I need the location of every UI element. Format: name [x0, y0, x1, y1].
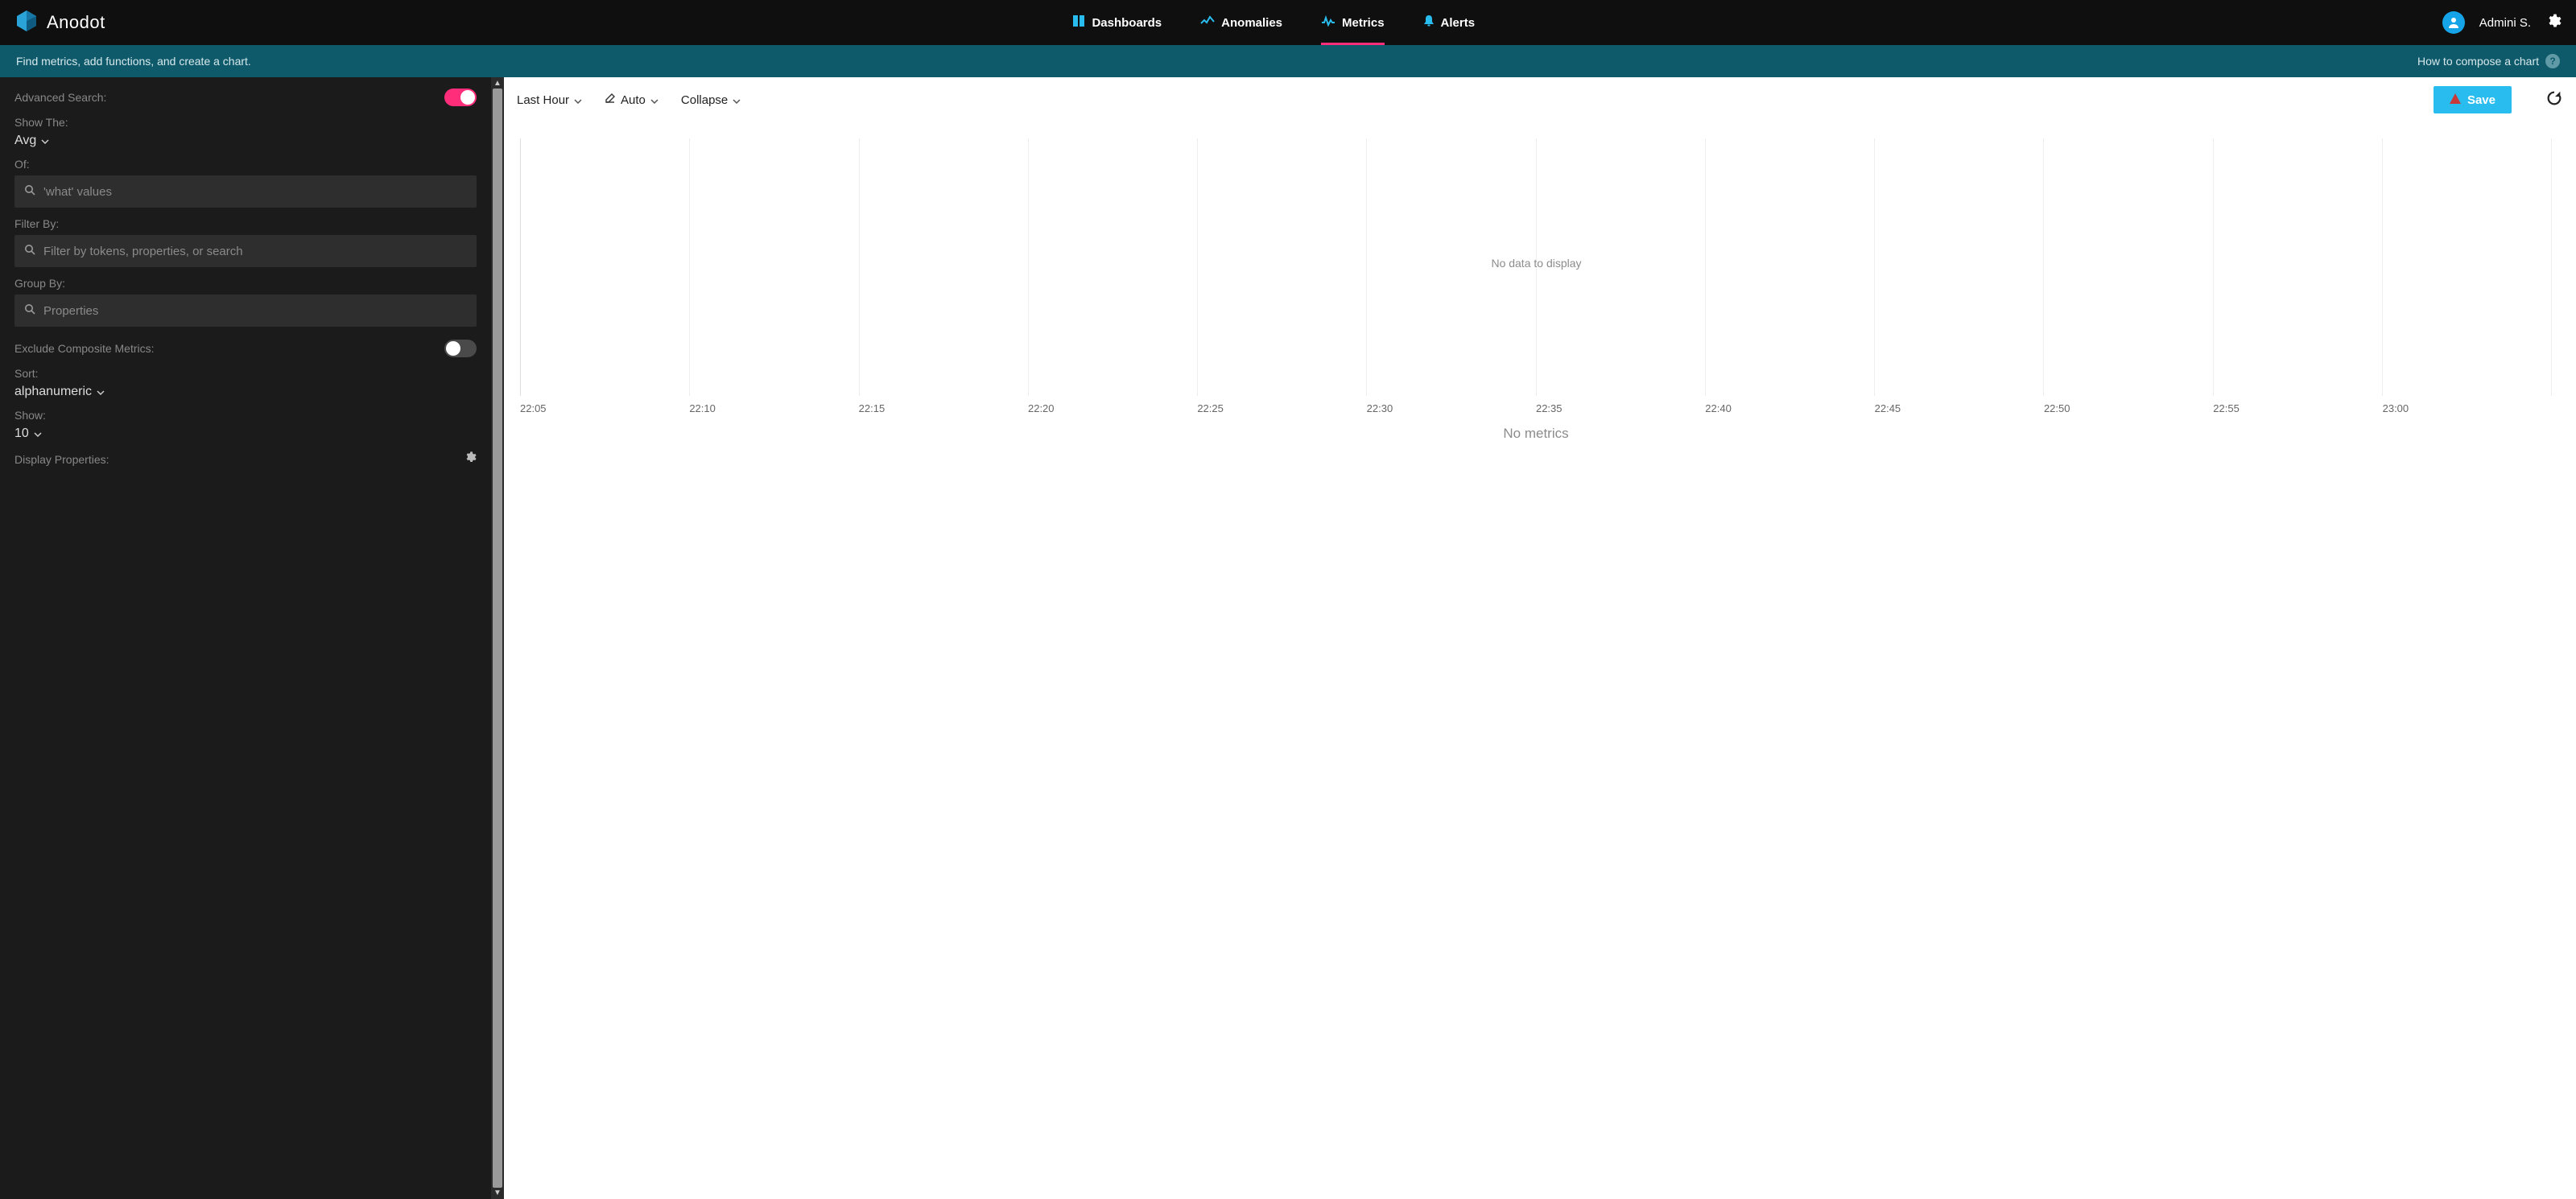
brand-logo-icon: [14, 9, 39, 37]
group-by-input-wrap[interactable]: [14, 295, 477, 327]
save-label: Save: [2467, 93, 2496, 107]
filter-by-input[interactable]: [43, 245, 467, 258]
auto-edit-icon: [605, 93, 616, 107]
chevron-down-icon: [650, 93, 658, 107]
alerts-bell-icon: [1423, 14, 1435, 31]
time-range-value: Last Hour: [517, 93, 569, 107]
nav-tabs: Dashboards Anomalies Metrics Alerts: [105, 0, 2442, 45]
nav-tab-label: Metrics: [1342, 16, 1385, 30]
save-button[interactable]: Save: [2434, 86, 2512, 113]
brand-name: Anodot: [47, 12, 105, 33]
auto-dropdown[interactable]: Auto: [605, 93, 658, 107]
exclude-composite-toggle[interactable]: [444, 340, 477, 357]
x-tick-label: 23:00: [2383, 402, 2552, 414]
how-to-link[interactable]: How to compose a chart ?: [2417, 54, 2560, 68]
x-tick-label: 22:20: [1028, 402, 1197, 414]
how-to-label: How to compose a chart: [2417, 55, 2539, 68]
show-count-value: 10: [14, 426, 29, 441]
no-data-message: No data to display: [521, 257, 2552, 270]
sidebar-scrollbar[interactable]: ▲ ▼: [491, 77, 504, 1199]
settings-gear-icon[interactable]: [2545, 13, 2562, 33]
x-tick-label: 22:40: [1705, 402, 1874, 414]
show-count-dropdown[interactable]: 10: [14, 426, 477, 441]
sort-value: alphanumeric: [14, 385, 92, 399]
show-the-label: Show The:: [14, 116, 477, 129]
group-by-input[interactable]: [43, 304, 467, 318]
time-range-dropdown[interactable]: Last Hour: [517, 93, 582, 107]
scroll-down-icon: ▼: [491, 1189, 504, 1197]
x-tick-label: 22:05: [520, 402, 689, 414]
show-the-value: Avg: [14, 134, 36, 148]
scroll-thumb[interactable]: [493, 89, 502, 1188]
main-area: Advanced Search: Show The: Avg Of: Filte…: [0, 77, 2576, 1199]
chevron-down-icon: [574, 93, 582, 107]
show-count-label: Show:: [14, 409, 477, 422]
nav-right-cluster: Admini S.: [2442, 11, 2562, 34]
x-tick-label: 22:45: [1875, 402, 2044, 414]
nav-tab-alerts[interactable]: Alerts: [1423, 0, 1476, 45]
x-tick-label: 22:15: [859, 402, 1028, 414]
chart-panel: Last Hour Auto Collapse Save: [504, 77, 2576, 1199]
nav-tab-anomalies[interactable]: Anomalies: [1200, 0, 1282, 45]
brand[interactable]: Anodot: [14, 9, 105, 37]
no-metrics-message: No metrics: [520, 426, 2552, 442]
metrics-icon: [1321, 15, 1335, 30]
advanced-search-toggle[interactable]: [444, 89, 477, 106]
search-sidebar: Advanced Search: Show The: Avg Of: Filte…: [0, 77, 491, 1199]
group-by-label: Group By:: [14, 277, 477, 290]
chart-grid: No data to display: [520, 138, 2552, 396]
refresh-icon[interactable]: [2545, 89, 2563, 110]
of-input[interactable]: [43, 185, 467, 199]
of-input-wrap[interactable]: [14, 175, 477, 208]
x-tick-label: 22:35: [1536, 402, 1705, 414]
chevron-down-icon: [34, 426, 42, 441]
nav-tab-label: Alerts: [1441, 16, 1476, 30]
x-tick-label: 22:55: [2213, 402, 2382, 414]
subheader-bar: Find metrics, add functions, and create …: [0, 45, 2576, 77]
chevron-down-icon: [97, 385, 105, 399]
collapse-value: Collapse: [681, 93, 728, 107]
chevron-down-icon: [733, 93, 741, 107]
x-tick-label: 22:50: [2044, 402, 2213, 414]
display-properties-gear-icon[interactable]: [464, 451, 477, 468]
x-tick-label: 22:25: [1197, 402, 1366, 414]
exclude-composite-label: Exclude Composite Metrics:: [14, 342, 155, 355]
user-name[interactable]: Admini S.: [2479, 16, 2531, 30]
filter-by-label: Filter By:: [14, 217, 477, 230]
auto-value: Auto: [621, 93, 646, 107]
show-the-dropdown[interactable]: Avg: [14, 134, 477, 148]
nav-tab-label: Dashboards: [1092, 16, 1162, 30]
dashboards-icon: [1072, 14, 1085, 31]
advanced-search-label: Advanced Search:: [14, 91, 106, 104]
top-navbar: Anodot Dashboards Anomalies Metrics Aler…: [0, 0, 2576, 45]
search-icon: [24, 184, 35, 200]
chart-toolbar: Last Hour Auto Collapse Save: [504, 77, 2576, 122]
of-label: Of:: [14, 158, 477, 171]
scroll-up-icon: ▲: [491, 79, 504, 88]
sort-dropdown[interactable]: alphanumeric: [14, 385, 477, 399]
search-icon: [24, 244, 35, 259]
subheader-text: Find metrics, add functions, and create …: [16, 55, 251, 68]
user-avatar-icon[interactable]: [2442, 11, 2465, 34]
save-warning-icon: [2450, 93, 2461, 107]
x-tick-label: 22:10: [689, 402, 858, 414]
nav-tab-dashboards[interactable]: Dashboards: [1072, 0, 1162, 45]
nav-tab-label: Anomalies: [1221, 16, 1282, 30]
help-icon: ?: [2545, 54, 2560, 68]
search-icon: [24, 303, 35, 319]
filter-by-input-wrap[interactable]: [14, 235, 477, 267]
chevron-down-icon: [41, 134, 49, 148]
x-tick-label: 22:30: [1367, 402, 1536, 414]
chart-area: No data to display 22:0522:1022:1522:202…: [504, 122, 2576, 1199]
anomalies-icon: [1200, 15, 1215, 30]
nav-tab-metrics[interactable]: Metrics: [1321, 0, 1385, 45]
x-axis-ticks: 22:0522:1022:1522:2022:2522:3022:3522:40…: [520, 396, 2552, 414]
sort-label: Sort:: [14, 367, 477, 380]
collapse-dropdown[interactable]: Collapse: [681, 93, 741, 107]
display-properties-label: Display Properties:: [14, 453, 109, 466]
